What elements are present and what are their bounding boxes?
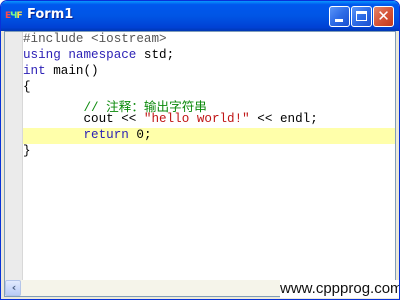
scroll-left-button[interactable]: ‹ [5, 280, 21, 296]
code-line[interactable]: int main() [23, 64, 395, 80]
app-icon[interactable]: EЧF [5, 9, 23, 23]
chevron-left-icon: ‹ [11, 281, 17, 294]
code-token: main() [45, 64, 99, 78]
code-token: 0; [128, 128, 152, 142]
editor-area[interactable]: #include <iostream> using namespace std; i… [4, 31, 396, 297]
code-token: #include <iostream> [23, 32, 167, 46]
close-icon: ✕ [377, 7, 390, 25]
maximize-icon [356, 11, 367, 21]
line-gutter [5, 32, 23, 280]
window-title: Form1 [27, 7, 74, 22]
code-line-current[interactable]: return 0; [23, 128, 395, 144]
app-window: EЧF Form1 ✕ #include <iostream> using nam… [0, 0, 400, 300]
code-line[interactable]: using namespace std; [23, 48, 395, 64]
code-line[interactable]: cout << "hello world!" << endl; [23, 112, 395, 128]
code-token: cout << [23, 112, 144, 126]
code-line[interactable]: } [23, 144, 395, 160]
code-view[interactable]: #include <iostream> using namespace std; i… [23, 32, 395, 280]
title-bar[interactable]: EЧF Form1 ✕ [1, 1, 399, 31]
code-token: << endl; [249, 112, 318, 126]
code-line[interactable]: { [23, 80, 395, 96]
close-button[interactable]: ✕ [373, 6, 394, 27]
code-token: "hello world!" [143, 112, 250, 126]
code-line[interactable]: // 注释：输出字符串 [23, 96, 395, 115]
code-line[interactable]: #include <iostream> [23, 32, 395, 48]
code-token: using namespace [23, 48, 137, 62]
code-token: return [83, 128, 129, 142]
maximize-button[interactable] [351, 6, 372, 27]
code-token: { [23, 80, 31, 94]
minimize-icon [335, 19, 343, 22]
code-token: int [23, 64, 46, 78]
code-token: std; [136, 48, 175, 62]
minimize-button[interactable] [329, 6, 350, 27]
code-token: } [23, 144, 31, 158]
site-watermark: www.cppprog.com [280, 280, 400, 298]
